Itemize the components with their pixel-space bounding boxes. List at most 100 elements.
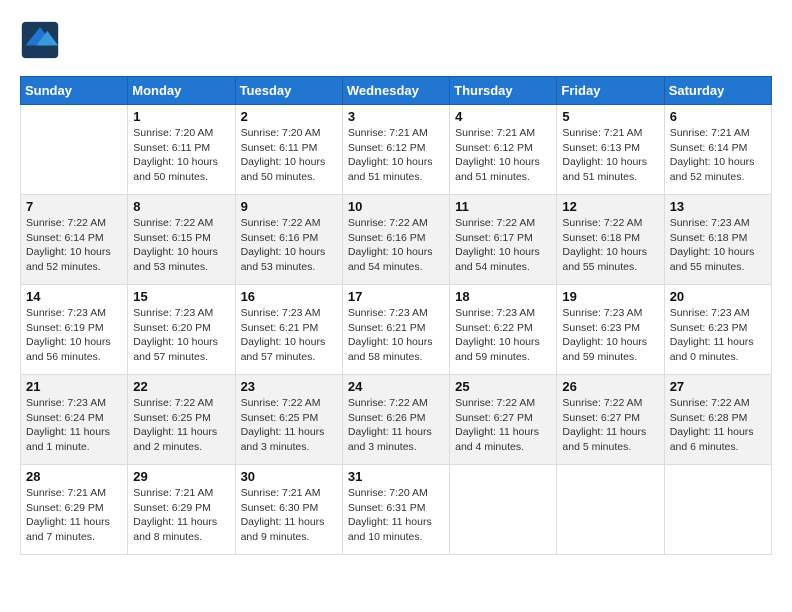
day-number: 5 (562, 109, 658, 124)
calendar-cell: 7 Sunrise: 7:22 AM Sunset: 6:14 PM Daylig… (21, 195, 128, 285)
page-header (20, 20, 772, 60)
calendar-cell: 21 Sunrise: 7:23 AM Sunset: 6:24 PM Dayli… (21, 375, 128, 465)
day-info: Sunrise: 7:23 AM Sunset: 6:18 PM Dayligh… (670, 216, 766, 275)
day-number: 9 (241, 199, 337, 214)
week-row-3: 14 Sunrise: 7:23 AM Sunset: 6:19 PM Dayli… (21, 285, 772, 375)
calendar-cell: 13 Sunrise: 7:23 AM Sunset: 6:18 PM Dayli… (664, 195, 771, 285)
day-number: 7 (26, 199, 122, 214)
day-number: 16 (241, 289, 337, 304)
day-info: Sunrise: 7:22 AM Sunset: 6:16 PM Dayligh… (348, 216, 444, 275)
col-wednesday: Wednesday (342, 77, 449, 105)
day-info: Sunrise: 7:21 AM Sunset: 6:12 PM Dayligh… (348, 126, 444, 185)
day-info: Sunrise: 7:22 AM Sunset: 6:27 PM Dayligh… (455, 396, 551, 455)
day-info: Sunrise: 7:22 AM Sunset: 6:15 PM Dayligh… (133, 216, 229, 275)
day-info: Sunrise: 7:23 AM Sunset: 6:20 PM Dayligh… (133, 306, 229, 365)
day-number: 1 (133, 109, 229, 124)
calendar-table: Sunday Monday Tuesday Wednesday Thursday… (20, 76, 772, 555)
day-number: 25 (455, 379, 551, 394)
calendar-cell: 15 Sunrise: 7:23 AM Sunset: 6:20 PM Dayli… (128, 285, 235, 375)
col-monday: Monday (128, 77, 235, 105)
day-number: 17 (348, 289, 444, 304)
logo-icon (20, 20, 60, 60)
calendar-cell (450, 465, 557, 555)
day-number: 24 (348, 379, 444, 394)
day-number: 15 (133, 289, 229, 304)
day-info: Sunrise: 7:21 AM Sunset: 6:14 PM Dayligh… (670, 126, 766, 185)
day-number: 31 (348, 469, 444, 484)
calendar-cell: 23 Sunrise: 7:22 AM Sunset: 6:25 PM Dayli… (235, 375, 342, 465)
day-info: Sunrise: 7:21 AM Sunset: 6:30 PM Dayligh… (241, 486, 337, 545)
day-info: Sunrise: 7:23 AM Sunset: 6:23 PM Dayligh… (562, 306, 658, 365)
calendar-cell: 31 Sunrise: 7:20 AM Sunset: 6:31 PM Dayli… (342, 465, 449, 555)
day-info: Sunrise: 7:22 AM Sunset: 6:26 PM Dayligh… (348, 396, 444, 455)
day-number: 11 (455, 199, 551, 214)
day-info: Sunrise: 7:22 AM Sunset: 6:27 PM Dayligh… (562, 396, 658, 455)
day-number: 6 (670, 109, 766, 124)
day-info: Sunrise: 7:23 AM Sunset: 6:21 PM Dayligh… (241, 306, 337, 365)
day-number: 30 (241, 469, 337, 484)
week-row-1: 1 Sunrise: 7:20 AM Sunset: 6:11 PM Daylig… (21, 105, 772, 195)
calendar-cell: 24 Sunrise: 7:22 AM Sunset: 6:26 PM Dayli… (342, 375, 449, 465)
column-headers: Sunday Monday Tuesday Wednesday Thursday… (21, 77, 772, 105)
week-row-2: 7 Sunrise: 7:22 AM Sunset: 6:14 PM Daylig… (21, 195, 772, 285)
day-info: Sunrise: 7:23 AM Sunset: 6:23 PM Dayligh… (670, 306, 766, 365)
day-info: Sunrise: 7:21 AM Sunset: 6:12 PM Dayligh… (455, 126, 551, 185)
day-number: 2 (241, 109, 337, 124)
day-info: Sunrise: 7:22 AM Sunset: 6:16 PM Dayligh… (241, 216, 337, 275)
day-number: 21 (26, 379, 122, 394)
day-info: Sunrise: 7:22 AM Sunset: 6:25 PM Dayligh… (241, 396, 337, 455)
calendar-cell: 4 Sunrise: 7:21 AM Sunset: 6:12 PM Daylig… (450, 105, 557, 195)
calendar-cell: 1 Sunrise: 7:20 AM Sunset: 6:11 PM Daylig… (128, 105, 235, 195)
day-info: Sunrise: 7:20 AM Sunset: 6:11 PM Dayligh… (241, 126, 337, 185)
calendar-cell: 22 Sunrise: 7:22 AM Sunset: 6:25 PM Dayli… (128, 375, 235, 465)
calendar-cell: 26Sunrise: 7:22 AM Sunset: 6:27 PM Dayli… (557, 375, 664, 465)
day-number: 22 (133, 379, 229, 394)
calendar-cell (557, 465, 664, 555)
day-info: Sunrise: 7:21 AM Sunset: 6:29 PM Dayligh… (133, 486, 229, 545)
calendar-cell: 18Sunrise: 7:23 AM Sunset: 6:22 PM Dayli… (450, 285, 557, 375)
day-number: 8 (133, 199, 229, 214)
day-info: Sunrise: 7:22 AM Sunset: 6:18 PM Dayligh… (562, 216, 658, 275)
calendar-cell: 25 Sunrise: 7:22 AM Sunset: 6:27 PM Dayli… (450, 375, 557, 465)
day-number: 4 (455, 109, 551, 124)
calendar-cell: 9 Sunrise: 7:22 AM Sunset: 6:16 PM Daylig… (235, 195, 342, 285)
day-info: Sunrise: 7:23 AM Sunset: 6:21 PM Dayligh… (348, 306, 444, 365)
day-info: Sunrise: 7:23 AM Sunset: 6:19 PM Dayligh… (26, 306, 122, 365)
day-info: Sunrise: 7:20 AM Sunset: 6:11 PM Dayligh… (133, 126, 229, 185)
logo (20, 20, 64, 60)
calendar-cell: 10 Sunrise: 7:22 AM Sunset: 6:16 PM Dayli… (342, 195, 449, 285)
col-friday: Friday (557, 77, 664, 105)
col-tuesday: Tuesday (235, 77, 342, 105)
day-number: 13 (670, 199, 766, 214)
calendar-cell: 17 Sunrise: 7:23 AM Sunset: 6:21 PM Dayli… (342, 285, 449, 375)
calendar-cell: 14 Sunrise: 7:23 AM Sunset: 6:19 PM Dayli… (21, 285, 128, 375)
calendar-cell: 16 Sunrise: 7:23 AM Sunset: 6:21 PM Dayli… (235, 285, 342, 375)
calendar-cell: 29Sunrise: 7:21 AM Sunset: 6:29 PM Dayli… (128, 465, 235, 555)
day-number: 23 (241, 379, 337, 394)
day-info: Sunrise: 7:21 AM Sunset: 6:29 PM Dayligh… (26, 486, 122, 545)
day-info: Sunrise: 7:22 AM Sunset: 6:17 PM Dayligh… (455, 216, 551, 275)
calendar-cell: 19Sunrise: 7:23 AM Sunset: 6:23 PM Dayli… (557, 285, 664, 375)
calendar-cell: 27Sunrise: 7:22 AM Sunset: 6:28 PM Dayli… (664, 375, 771, 465)
calendar-cell: 28Sunrise: 7:21 AM Sunset: 6:29 PM Dayli… (21, 465, 128, 555)
week-row-5: 28Sunrise: 7:21 AM Sunset: 6:29 PM Dayli… (21, 465, 772, 555)
day-info: Sunrise: 7:23 AM Sunset: 6:22 PM Dayligh… (455, 306, 551, 365)
col-sunday: Sunday (21, 77, 128, 105)
day-info: Sunrise: 7:20 AM Sunset: 6:31 PM Dayligh… (348, 486, 444, 545)
day-number: 12 (562, 199, 658, 214)
day-info: Sunrise: 7:23 AM Sunset: 6:24 PM Dayligh… (26, 396, 122, 455)
day-number: 27 (670, 379, 766, 394)
calendar-cell: 6 Sunrise: 7:21 AM Sunset: 6:14 PM Daylig… (664, 105, 771, 195)
calendar-cell: 30 Sunrise: 7:21 AM Sunset: 6:30 PM Dayli… (235, 465, 342, 555)
day-info: Sunrise: 7:21 AM Sunset: 6:13 PM Dayligh… (562, 126, 658, 185)
day-number: 14 (26, 289, 122, 304)
calendar-cell: 12 Sunrise: 7:22 AM Sunset: 6:18 PM Dayli… (557, 195, 664, 285)
day-info: Sunrise: 7:22 AM Sunset: 6:14 PM Dayligh… (26, 216, 122, 275)
day-number: 10 (348, 199, 444, 214)
col-saturday: Saturday (664, 77, 771, 105)
calendar-cell (21, 105, 128, 195)
calendar-cell: 3Sunrise: 7:21 AM Sunset: 6:12 PM Daylig… (342, 105, 449, 195)
day-info: Sunrise: 7:22 AM Sunset: 6:25 PM Dayligh… (133, 396, 229, 455)
calendar-cell: 5 Sunrise: 7:21 AM Sunset: 6:13 PM Daylig… (557, 105, 664, 195)
week-row-4: 21 Sunrise: 7:23 AM Sunset: 6:24 PM Dayli… (21, 375, 772, 465)
